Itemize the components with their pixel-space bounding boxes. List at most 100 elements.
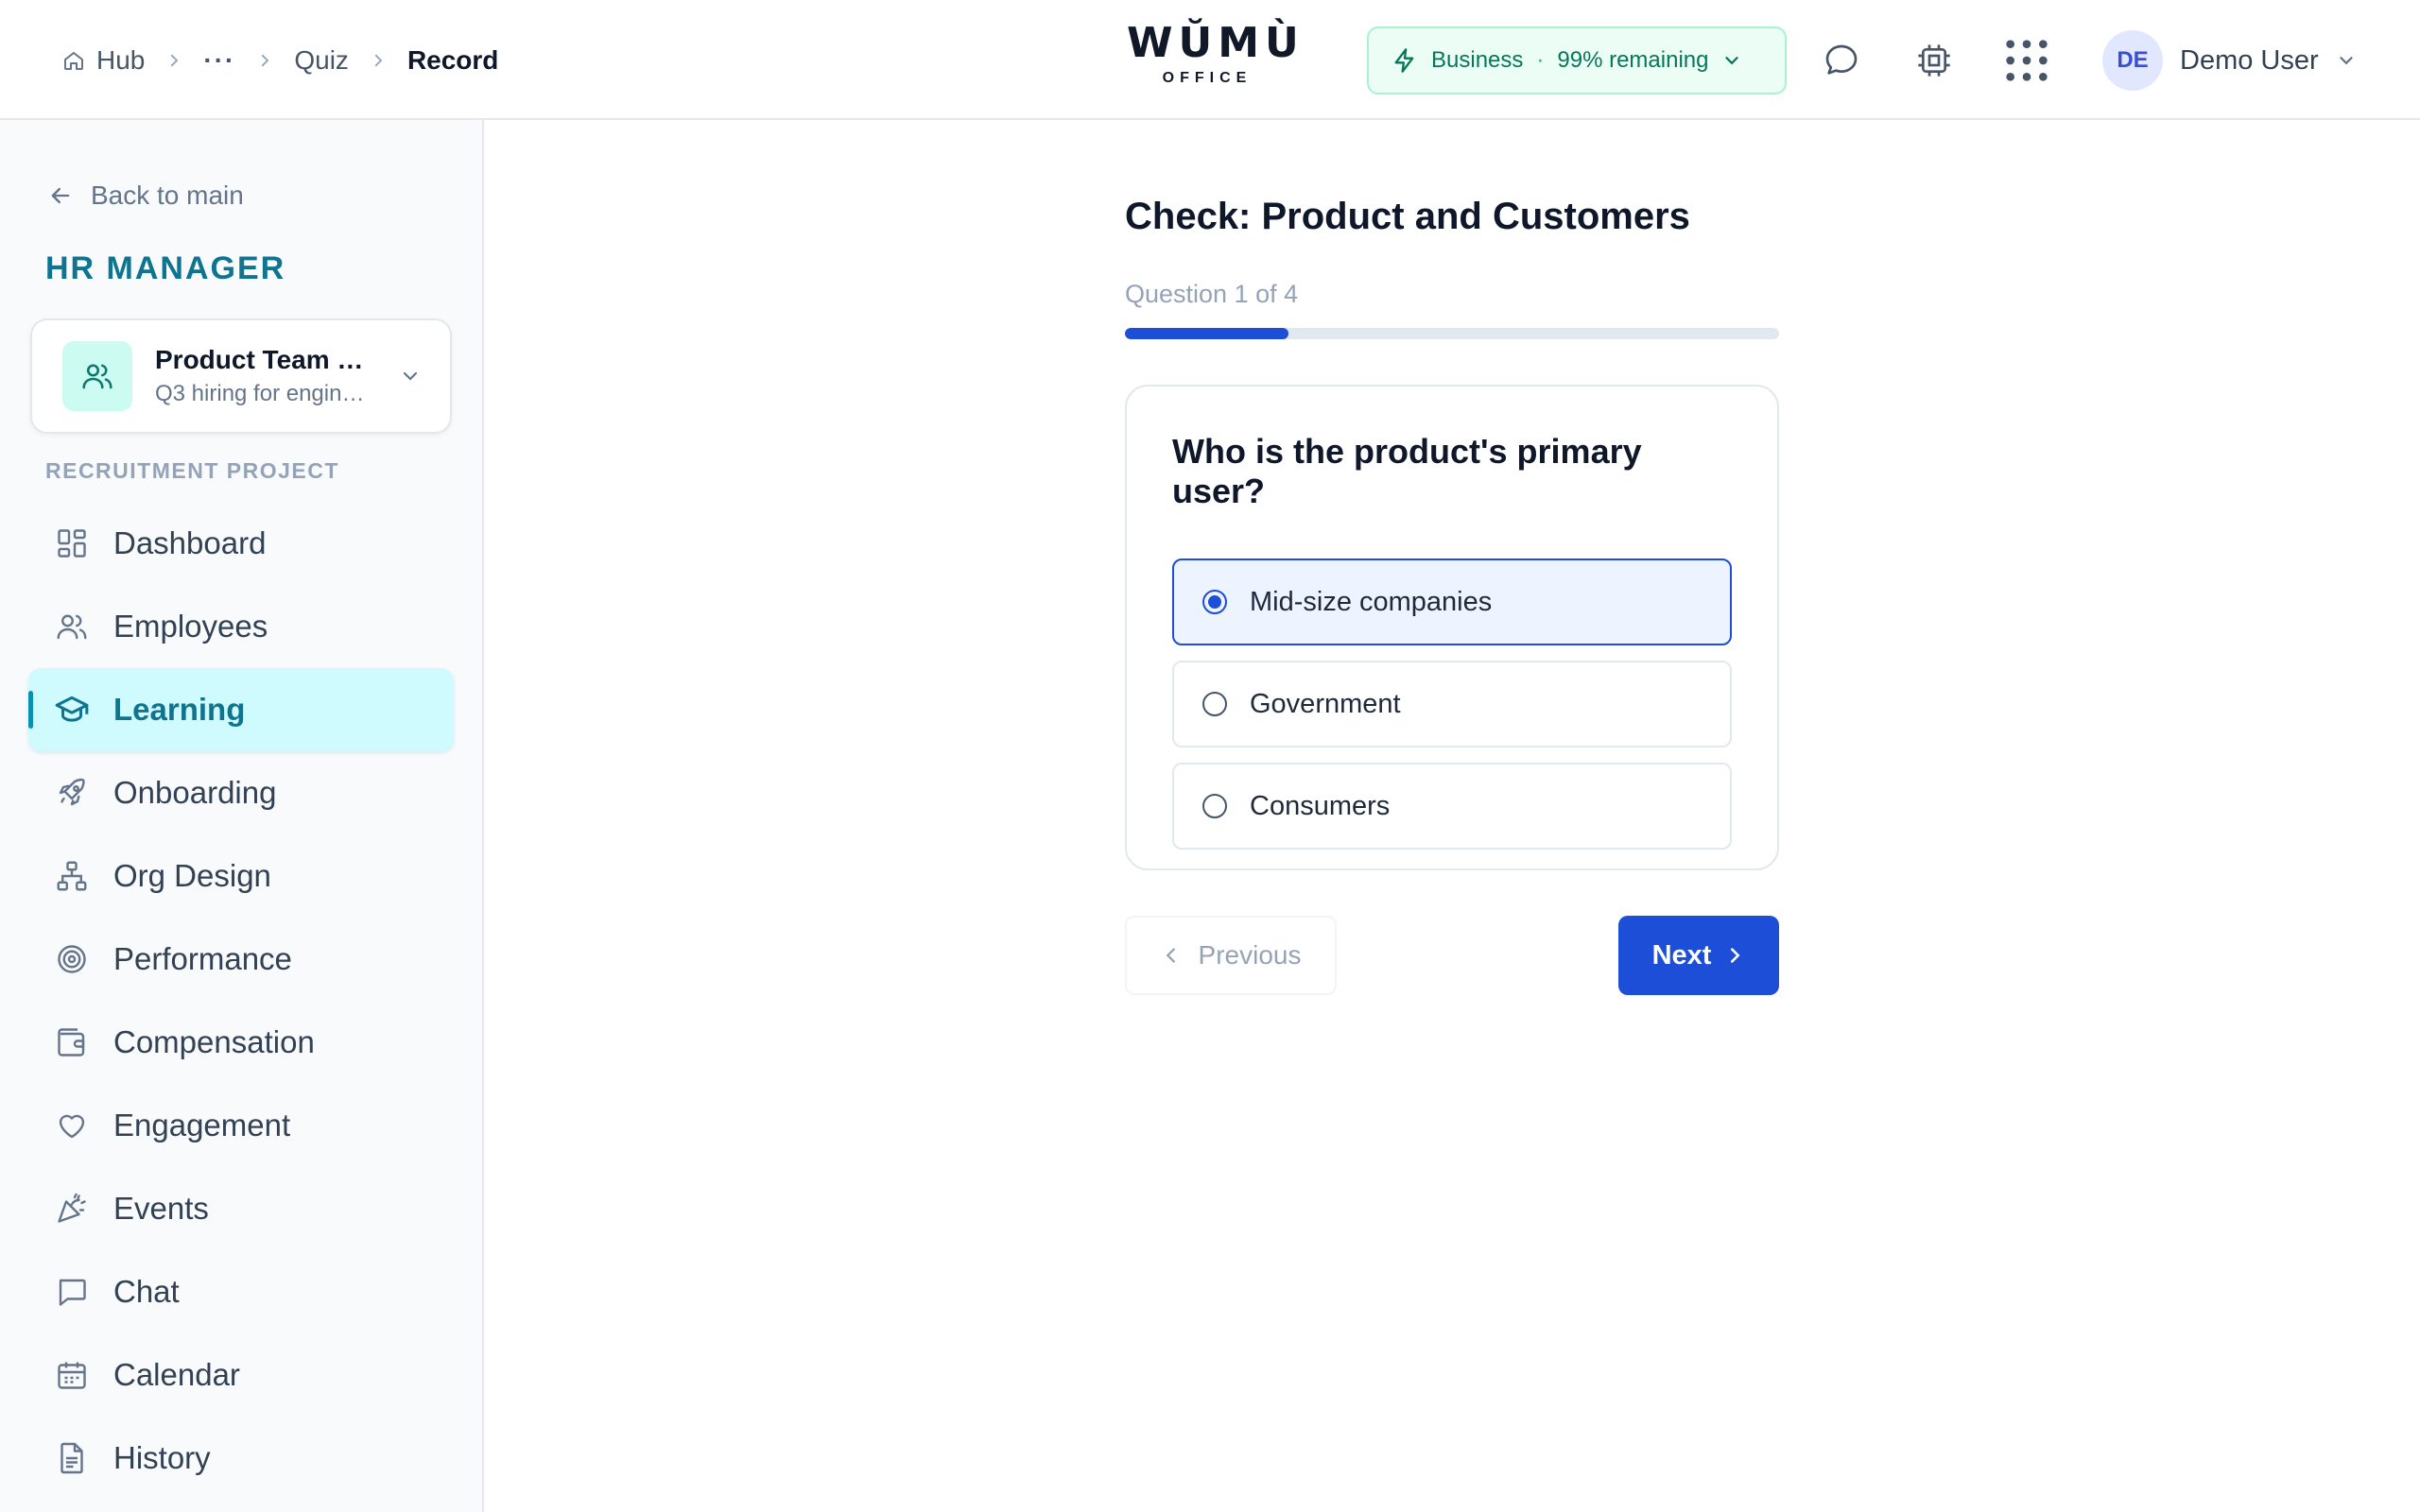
wallet-icon: [53, 1023, 91, 1061]
user-menu[interactable]: DE Demo User: [2102, 28, 2357, 93]
progress-bar-fill: [1125, 328, 1288, 339]
plan-name: Business: [1431, 47, 1524, 73]
sidebar-item-performance[interactable]: Performance: [28, 918, 454, 1001]
sidebar-item-label: Calendar: [113, 1357, 240, 1392]
project-description: Q3 hiring for engineering: [155, 381, 376, 406]
sidebar-item-learning[interactable]: Learning: [28, 668, 454, 751]
progress-label: Question 1 of 4: [1125, 280, 1299, 308]
sidebar-item-calendar[interactable]: Calendar: [28, 1333, 454, 1417]
user-name: Demo User: [2180, 44, 2319, 76]
breadcrumb: Hub ··· Quiz Record: [62, 0, 498, 120]
sidebar-item-label: Chat: [113, 1274, 180, 1309]
next-button-label: Next: [1651, 939, 1712, 971]
sidebar-item-label: Compensation: [113, 1024, 315, 1059]
sidebar-item-label: Org Design: [113, 858, 271, 893]
calendar-icon: [53, 1356, 91, 1394]
document-icon: [53, 1439, 91, 1477]
radio-button[interactable]: [1202, 590, 1227, 614]
chat-bubble-icon[interactable]: [1815, 34, 1868, 87]
sidebar-item-engagement[interactable]: Engagement: [28, 1084, 454, 1167]
rocket-icon: [53, 774, 91, 812]
sidebar-item-dashboard[interactable]: Dashboard: [28, 502, 454, 585]
sidebar: Back to main HR MANAGER Product Team Hir…: [0, 120, 484, 1512]
answer-option-label: Government: [1250, 688, 1401, 719]
chevron-right-icon: [256, 52, 273, 69]
question-text: Who is the product's primary user?: [1172, 432, 1642, 510]
chevron-right-icon: [165, 52, 182, 69]
answer-option-label: Mid-size companies: [1250, 586, 1493, 617]
progress-bar: [1125, 328, 1779, 339]
chevron-down-icon: [399, 365, 422, 387]
quiz-panel: Check: Product and Customers Question 1 …: [1125, 120, 1779, 995]
answer-option[interactable]: Government: [1172, 661, 1732, 747]
logo-main-text: WŬMÙ: [1127, 19, 1305, 67]
sidebar-item-label: Dashboard: [113, 525, 267, 560]
breadcrumb-hub-label: Hub: [96, 44, 146, 75]
nav-section-heading: RECRUITMENT PROJECT: [45, 458, 339, 483]
radio-button[interactable]: [1202, 794, 1227, 818]
home-icon: [62, 49, 85, 72]
breadcrumb-ellipsis[interactable]: ···: [203, 45, 235, 76]
apps-grid-icon[interactable]: [2000, 34, 2053, 87]
chevron-down-icon: [1721, 50, 1742, 71]
answer-option[interactable]: Mid-size companies: [1172, 558, 1732, 645]
chevron-down-icon: [2336, 50, 2357, 71]
users-icon: [62, 341, 132, 411]
sidebar-item-history[interactable]: History: [28, 1417, 454, 1500]
quiz-actions: Previous Next: [1125, 916, 1779, 995]
sidebar-item-label: Engagement: [113, 1108, 291, 1143]
sidebar-nav: Dashboard Employees Learning Onboarding …: [28, 502, 454, 1500]
answer-option-label: Consumers: [1250, 790, 1391, 821]
users-icon: [53, 608, 91, 645]
answer-options: Mid-size companies Government Consumers: [1172, 558, 1732, 850]
project-selector[interactable]: Product Team Hiring Q3 hiring for engine…: [30, 318, 452, 434]
dashboard-icon: [53, 524, 91, 562]
previous-button-label: Previous: [1198, 940, 1302, 970]
sidebar-title: HR MANAGER: [45, 250, 286, 286]
lightning-icon: [1392, 47, 1418, 74]
sidebar-item-chat[interactable]: Chat: [28, 1250, 454, 1333]
logo-sub-text: OFFICE: [1162, 70, 1253, 86]
sidebar-item-org-design[interactable]: Org Design: [28, 834, 454, 918]
chevron-right-icon: [1724, 945, 1745, 966]
chevron-right-icon: [370, 52, 387, 69]
answer-option[interactable]: Consumers: [1172, 763, 1732, 850]
plan-remaining: 99% remaining: [1557, 47, 1709, 73]
chevron-left-icon: [1161, 945, 1182, 966]
heart-icon: [53, 1107, 91, 1144]
sidebar-item-events[interactable]: Events: [28, 1167, 454, 1250]
radio-button[interactable]: [1202, 692, 1227, 716]
graduation-cap-icon: [53, 691, 91, 729]
party-popper-icon: [53, 1190, 91, 1228]
back-to-main-link[interactable]: Back to main: [47, 180, 244, 211]
cpu-chip-icon[interactable]: [1908, 34, 1961, 87]
back-to-main-label: Back to main: [91, 180, 244, 210]
sidebar-item-label: Learning: [113, 692, 246, 727]
plan-usage-button[interactable]: Business · 99% remaining: [1367, 26, 1787, 94]
breadcrumb-quiz[interactable]: Quiz: [294, 45, 349, 76]
sidebar-item-label: History: [113, 1440, 211, 1475]
sidebar-item-onboarding[interactable]: Onboarding: [28, 751, 454, 834]
sidebar-item-employees[interactable]: Employees: [28, 585, 454, 668]
top-bar: Hub ··· Quiz Record WŬMÙ OFFICE Business…: [0, 0, 2420, 120]
question-card: Who is the product's primary user? Mid-s…: [1125, 385, 1779, 870]
sidebar-item-compensation[interactable]: Compensation: [28, 1001, 454, 1084]
breadcrumb-current: Record: [406, 44, 499, 75]
previous-button[interactable]: Previous: [1125, 916, 1337, 995]
radio-selected-dot: [1208, 595, 1221, 609]
org-chart-icon: [53, 857, 91, 895]
target-icon: [53, 940, 91, 978]
page-title: Check: Product and Customers: [1125, 196, 1690, 237]
sidebar-item-label: Events: [113, 1191, 209, 1226]
next-button[interactable]: Next: [1618, 916, 1779, 995]
avatar: DE: [2102, 30, 2163, 91]
wumu-logo[interactable]: WŬMÙ OFFICE: [1127, 19, 1305, 98]
plan-separator: ·: [1536, 47, 1545, 73]
sidebar-item-label: Performance: [113, 941, 292, 976]
breadcrumb-hub[interactable]: Hub: [62, 45, 145, 76]
arrow-left-icon: [47, 182, 74, 209]
project-name: Product Team Hiring: [155, 345, 376, 374]
sidebar-item-label: Onboarding: [113, 775, 277, 810]
sidebar-item-label: Employees: [113, 609, 268, 644]
chat-icon: [53, 1273, 91, 1311]
